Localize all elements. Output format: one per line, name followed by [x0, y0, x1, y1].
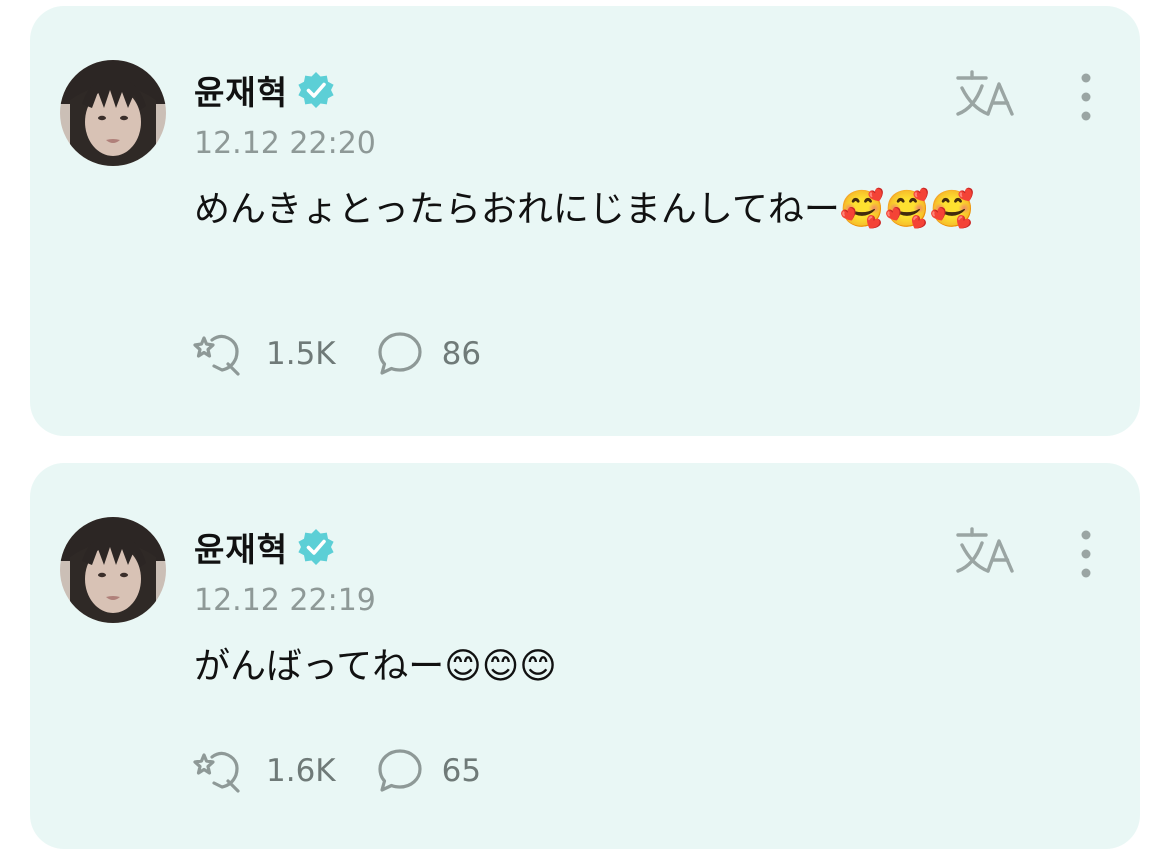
vertical-dots-icon[interactable] [1072, 529, 1100, 579]
speech-bubble-icon [378, 332, 422, 375]
post-card[interactable]: 윤재혁 12.12 22:19 がんばってねー😊😊😊 1.6K 65 [30, 463, 1140, 849]
comment-button[interactable]: 86 [376, 330, 481, 378]
comment-count: 65 [441, 753, 482, 789]
post-body: めんきょとったらおれにじまんしてねー🥰🥰🥰 [194, 189, 975, 230]
author-row: 윤재혁 [194, 521, 336, 573]
author-row: 윤재혁 [194, 64, 336, 116]
sparkle-heart-icon [193, 751, 240, 793]
post-timestamp: 12.12 22:20 [194, 126, 376, 161]
avatar[interactable] [60, 517, 166, 623]
avatar[interactable] [60, 60, 166, 166]
like-count: 1.5K [266, 336, 336, 372]
translate-icon[interactable] [954, 68, 1016, 120]
post-feed: 윤재혁 12.12 22:20 めんきょとったらおれにじまんしてねー🥰🥰🥰 1.… [0, 0, 1170, 852]
comment-button[interactable]: 65 [376, 747, 481, 795]
post-stats: 1.6K 65 [192, 747, 481, 795]
comment-count: 86 [441, 336, 482, 372]
like-button[interactable]: 1.5K [192, 330, 336, 378]
verified-check-icon [296, 527, 336, 567]
post-timestamp: 12.12 22:19 [194, 583, 376, 618]
verified-check-icon [296, 70, 336, 110]
post-body: がんばってねー😊😊😊 [194, 646, 557, 687]
post-stats: 1.5K 86 [192, 330, 481, 378]
vertical-dots-icon[interactable] [1072, 72, 1100, 122]
author-name[interactable]: 윤재혁 [194, 523, 288, 571]
translate-icon[interactable] [954, 525, 1016, 577]
sparkle-heart-icon [193, 334, 240, 376]
speech-bubble-icon [378, 749, 422, 792]
post-card[interactable]: 윤재혁 12.12 22:20 めんきょとったらおれにじまんしてねー🥰🥰🥰 1.… [30, 6, 1140, 436]
author-name[interactable]: 윤재혁 [194, 66, 288, 114]
like-button[interactable]: 1.6K [192, 747, 336, 795]
like-count: 1.6K [266, 753, 336, 789]
